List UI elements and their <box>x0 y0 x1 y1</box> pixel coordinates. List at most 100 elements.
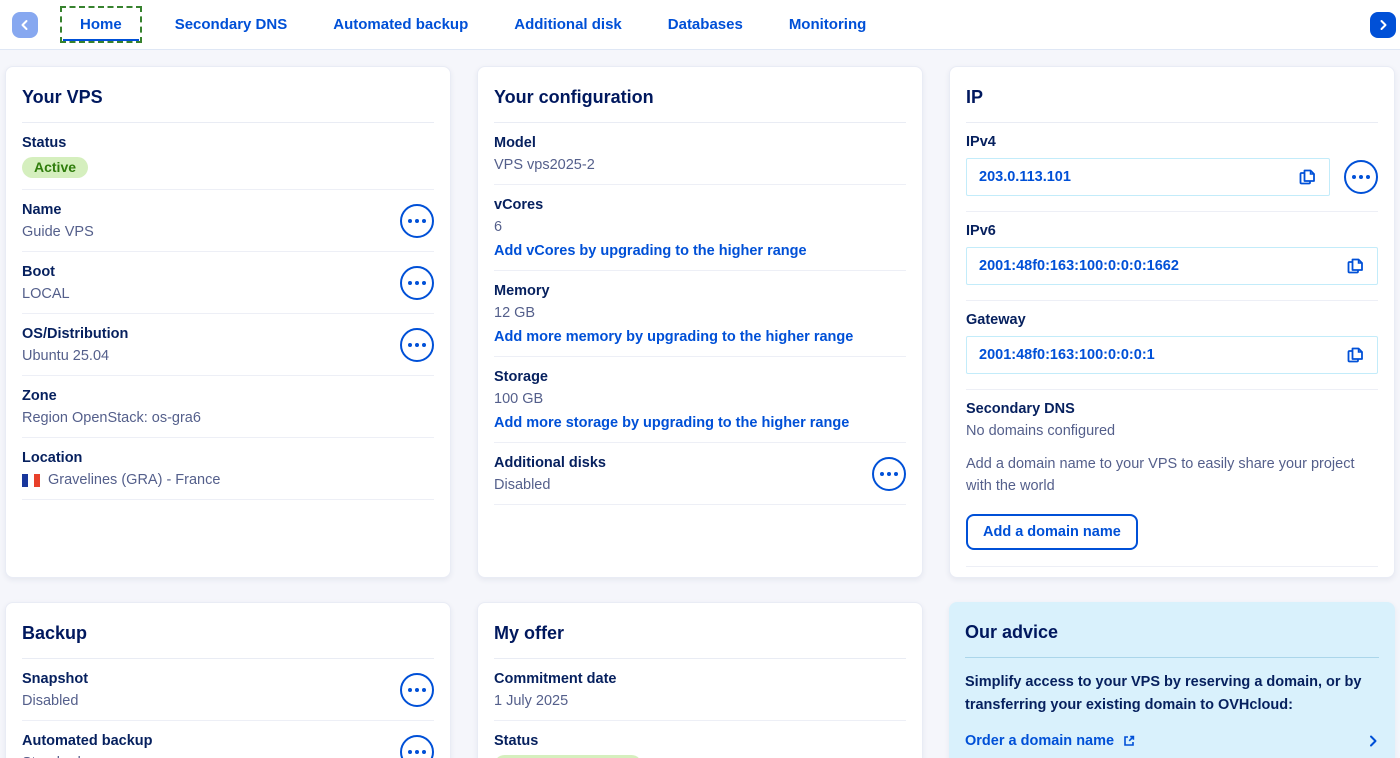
gateway-value: 2001:48f0:163:100:0:0:0:1 <box>979 347 1155 363</box>
field-label: Zone <box>22 388 201 404</box>
ellipsis-icon <box>408 281 412 285</box>
field-model: Model VPS vps2025-2 <box>494 123 906 185</box>
tab-automated-backup[interactable]: Automated backup <box>333 6 468 43</box>
field-label: Automated backup <box>22 733 153 749</box>
field-name: Name Guide VPS <box>22 190 434 252</box>
copy-ipv4-button[interactable] <box>1297 167 1317 187</box>
field-location: Location Gravelines (GRA) - France <box>22 438 434 500</box>
field-label: OS/Distribution <box>22 326 128 342</box>
field-label: vCores <box>494 197 807 213</box>
name-ellipsis-menu-button[interactable] <box>400 204 434 238</box>
field-label: IPv4 <box>966 134 1378 150</box>
add-domain-description: Add a domain name to your VPS to easily … <box>966 453 1378 498</box>
field-automated-backup: Automated backup Standard <box>22 721 434 758</box>
field-value: 100 GB <box>494 391 849 407</box>
field-value: 12 GB <box>494 305 853 321</box>
ipv6-value: 2001:48f0:163:100:0:0:0:1662 <box>979 258 1179 274</box>
tab-databases[interactable]: Databases <box>668 6 743 43</box>
field-value: Region OpenStack: os-gra6 <box>22 410 201 426</box>
copy-icon <box>1345 256 1365 276</box>
ellipsis-icon <box>880 472 884 476</box>
card-your-vps: Your VPS Status Active Name Guide VPS Bo… <box>5 66 451 578</box>
field-value: VPS vps2025-2 <box>494 157 595 173</box>
card-title-our-advice: Our advice <box>965 616 1379 658</box>
field-zone: Zone Region OpenStack: os-gra6 <box>22 376 434 438</box>
card-my-offer: My offer Commitment date 1 July 2025 Sta… <box>477 602 923 758</box>
card-ip: IP IPv4 203.0.113.101 <box>949 66 1395 578</box>
copy-ipv6-button[interactable] <box>1345 256 1365 276</box>
ipv6-box: 2001:48f0:163:100:0:0:0:1662 <box>966 247 1378 285</box>
ipv4-ellipsis-menu-button[interactable] <box>1344 160 1378 194</box>
field-label: Commitment date <box>494 671 616 687</box>
tab-additional-disk[interactable]: Additional disk <box>514 6 622 43</box>
ipv4-box: 203.0.113.101 <box>966 158 1330 196</box>
card-title-your-vps: Your VPS <box>22 81 434 123</box>
card-title-backup: Backup <box>22 617 434 659</box>
copy-icon <box>1345 345 1365 365</box>
status-badge: Active <box>22 157 88 178</box>
field-offer-status: Status Automatic renewal <box>494 721 906 758</box>
card-your-configuration: Your configuration Model VPS vps2025-2 v… <box>477 66 923 578</box>
order-domain-link-label: Order a domain name <box>965 733 1114 749</box>
chevron-right-icon <box>1377 19 1389 31</box>
field-status: Status Active <box>22 123 434 190</box>
tab-monitoring[interactable]: Monitoring <box>789 6 866 43</box>
field-storage: Storage 100 GB Add more storage by upgra… <box>494 357 906 443</box>
os-ellipsis-menu-button[interactable] <box>400 328 434 362</box>
field-label: IPv6 <box>966 223 1378 239</box>
field-value: 1 July 2025 <box>494 693 616 709</box>
field-os-distribution: OS/Distribution Ubuntu 25.04 <box>22 314 434 376</box>
order-domain-name-link[interactable]: Order a domain name <box>965 733 1136 749</box>
ipv4-value: 203.0.113.101 <box>979 169 1071 185</box>
field-label: Additional disks <box>494 455 606 471</box>
field-label: Model <box>494 135 595 151</box>
field-value: Ubuntu 25.04 <box>22 348 128 364</box>
field-memory: Memory 12 GB Add more memory by upgradin… <box>494 271 906 357</box>
tab-secondary-dns[interactable]: Secondary DNS <box>175 6 288 43</box>
chevron-left-icon <box>19 19 31 31</box>
dashboard-grid: Your VPS Status Active Name Guide VPS Bo… <box>0 50 1400 758</box>
upgrade-vcores-link[interactable]: Add vCores by upgrading to the higher ra… <box>494 243 807 259</box>
field-vcores: vCores 6 Add vCores by upgrading to the … <box>494 185 906 271</box>
field-label: Status <box>22 135 88 151</box>
field-value: Disabled <box>494 477 606 493</box>
upgrade-storage-link[interactable]: Add more storage by upgrading to the hig… <box>494 415 849 431</box>
field-gateway: Gateway 2001:48f0:163:100:0:0:0:1 <box>966 301 1378 390</box>
chevron-right-icon <box>1367 735 1379 747</box>
card-backup: Backup Snapshot Disabled Automated backu… <box>5 602 451 758</box>
additional-disks-ellipsis-menu-button[interactable] <box>872 457 906 491</box>
service-tabs-bar: Home Secondary DNS Automated backup Addi… <box>0 0 1400 50</box>
card-title-ip: IP <box>966 81 1378 123</box>
copy-icon <box>1297 167 1317 187</box>
tabs-scroll-next-button[interactable] <box>1370 12 1396 38</box>
field-label: Gateway <box>966 312 1378 328</box>
ellipsis-icon <box>408 343 412 347</box>
field-label: Snapshot <box>22 671 88 687</box>
ellipsis-icon <box>408 688 412 692</box>
field-label: Secondary DNS <box>966 401 1378 417</box>
field-value: Disabled <box>22 693 88 709</box>
field-snapshot: Snapshot Disabled <box>22 659 434 721</box>
tabs-scroll-prev-button[interactable] <box>12 12 38 38</box>
field-value: 6 <box>494 219 807 235</box>
advice-text: Simplify access to your VPS by reserving… <box>965 671 1379 717</box>
add-domain-name-button[interactable]: Add a domain name <box>966 514 1138 550</box>
automated-backup-ellipsis-menu-button[interactable] <box>400 735 434 758</box>
snapshot-ellipsis-menu-button[interactable] <box>400 673 434 707</box>
boot-ellipsis-menu-button[interactable] <box>400 266 434 300</box>
card-title-your-configuration: Your configuration <box>494 81 906 123</box>
field-label: Memory <box>494 283 853 299</box>
field-commitment-date: Commitment date 1 July 2025 <box>494 659 906 721</box>
card-title-my-offer: My offer <box>494 617 906 659</box>
field-label: Storage <box>494 369 849 385</box>
ellipsis-icon <box>408 750 412 754</box>
upgrade-memory-link[interactable]: Add more memory by upgrading to the high… <box>494 329 853 345</box>
france-flag-icon <box>22 474 40 487</box>
field-value: LOCAL <box>22 286 70 302</box>
field-value: Gravelines (GRA) - France <box>48 472 220 488</box>
field-ipv4: IPv4 203.0.113.101 <box>966 123 1378 212</box>
copy-gateway-button[interactable] <box>1345 345 1365 365</box>
field-label: Boot <box>22 264 70 280</box>
tab-home[interactable]: Home <box>60 6 142 43</box>
field-boot: Boot LOCAL <box>22 252 434 314</box>
